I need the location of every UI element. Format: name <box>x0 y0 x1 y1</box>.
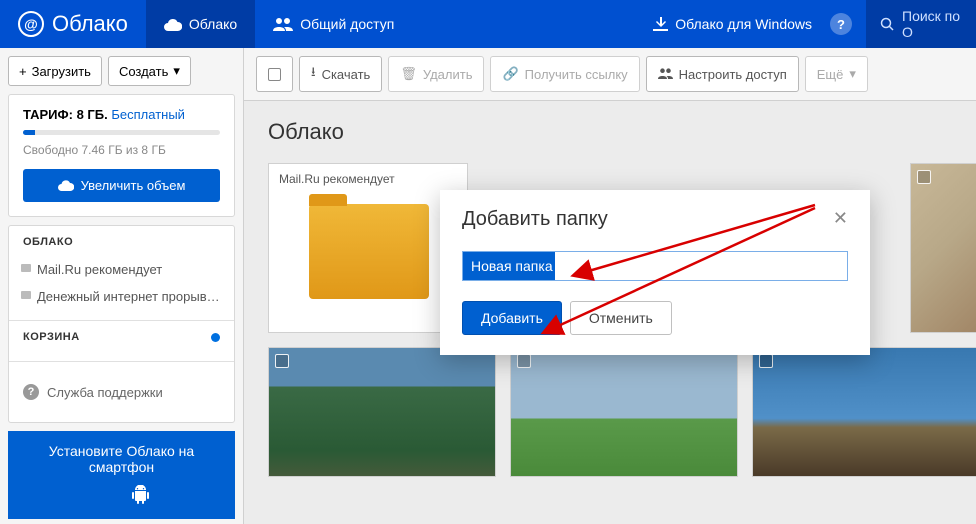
more-button[interactable]: Ещё ▾ <box>805 56 868 92</box>
chevron-down-icon: ▾ <box>849 66 856 82</box>
top-header: @ Облако Облако Общий доступ Облако для … <box>0 0 976 48</box>
plus-icon: + <box>19 64 27 79</box>
download-label: Скачать <box>322 67 371 82</box>
thumb-checkbox[interactable] <box>517 354 531 368</box>
search-box[interactable]: Поиск по О <box>866 0 976 48</box>
image-thumb-person[interactable] <box>910 163 976 333</box>
upload-label: Загрузить <box>32 64 91 79</box>
support-link[interactable]: ? Служба поддержки <box>9 372 234 412</box>
sidebar-link-recommend[interactable]: Mail.Ru рекомендует <box>9 256 234 283</box>
people-icon <box>658 67 673 82</box>
increase-storage-button[interactable]: Увеличить объем <box>23 169 220 202</box>
nav-cloud-label: Облако <box>189 16 237 32</box>
folder-name-input[interactable] <box>462 251 848 281</box>
delete-label: Удалить <box>423 67 473 82</box>
close-icon: ✕ <box>833 208 848 228</box>
sidebar: + Загрузить Создать ▾ ТАРИФ: 8 ГБ. Беспл… <box>0 48 244 524</box>
thumb-checkbox[interactable] <box>275 354 289 368</box>
cloud-icon <box>58 180 74 191</box>
folder-thumb-recommend[interactable]: Mail.Ru рекомендует <box>268 163 468 333</box>
dialog-close-button[interactable]: ✕ <box>833 208 848 229</box>
tariff-size: 8 ГБ. <box>77 107 108 122</box>
logo-text: Облако <box>52 11 128 37</box>
thumb-label: Mail.Ru рекомендует <box>279 172 395 186</box>
add-folder-dialog: Добавить папку ✕ Добавить Отменить <box>440 190 870 355</box>
upload-button[interactable]: + Загрузить <box>8 56 102 86</box>
image-thumb-3[interactable] <box>752 347 976 477</box>
smartphone-promo[interactable]: Установите Облако на смартфон <box>8 431 235 519</box>
smartphone-text: Установите Облако на смартфон <box>22 443 221 475</box>
search-placeholder: Поиск по О <box>902 8 962 40</box>
create-button[interactable]: Создать ▾ <box>108 56 191 86</box>
chevron-down-icon: ▾ <box>173 63 180 79</box>
link-icon: 🔗 <box>502 66 518 82</box>
dialog-add-button[interactable]: Добавить <box>462 301 562 335</box>
folder-icon <box>309 204 429 299</box>
get-link-button[interactable]: 🔗 Получить ссылку <box>490 56 639 92</box>
nav-windows-label: Облако для Windows <box>675 16 812 32</box>
cloud-icon <box>164 18 182 31</box>
search-icon <box>880 17 894 31</box>
select-all-checkbox[interactable] <box>256 56 293 92</box>
android-icon[interactable] <box>132 485 149 509</box>
sidebar-nav-card: ОБЛАКО Mail.Ru рекомендует Денежный инте… <box>8 225 235 423</box>
trash-indicator-icon <box>211 333 220 342</box>
question-icon: ? <box>23 384 39 400</box>
tariff-plan-link[interactable]: Бесплатный <box>111 107 185 122</box>
more-label: Ещё <box>817 67 844 82</box>
sidebar-link-money[interactable]: Денежный интернет прорыв ... <box>9 283 234 310</box>
tariff-card: ТАРИФ: 8 ГБ. Бесплатный Свободно 7.46 ГБ… <box>8 94 235 217</box>
people-icon <box>273 18 293 31</box>
storage-progress <box>23 130 220 135</box>
get-link-label: Получить ссылку <box>525 67 628 82</box>
page-title: Облако <box>268 119 976 145</box>
help-icon[interactable]: ? <box>830 13 852 35</box>
at-icon: @ <box>18 11 44 37</box>
download-icon <box>653 17 668 31</box>
dialog-title: Добавить папку <box>462 208 608 231</box>
image-thumb-1[interactable] <box>268 347 496 477</box>
increase-label: Увеличить объем <box>81 178 186 193</box>
delete-button[interactable]: 🗑 Удалить <box>388 56 484 92</box>
logo[interactable]: @ Облако <box>0 11 146 37</box>
dialog-cancel-button[interactable]: Отменить <box>570 301 672 335</box>
create-label: Создать <box>119 64 168 79</box>
cloud-section-header: ОБЛАКО <box>9 236 234 256</box>
nav-shared-label: Общий доступ <box>300 16 394 32</box>
image-thumb-2[interactable] <box>510 347 738 477</box>
nav-cloud[interactable]: Облако <box>146 0 255 48</box>
thumb-checkbox[interactable] <box>759 354 773 368</box>
configure-access-button[interactable]: Настроить доступ <box>646 56 799 92</box>
tariff-label: ТАРИФ: <box>23 107 73 122</box>
support-label: Служба поддержки <box>47 385 163 400</box>
thumb-checkbox[interactable] <box>917 170 931 184</box>
trash-icon: 🗑 <box>400 66 417 82</box>
toolbar: ⭳ Скачать 🗑 Удалить 🔗 Получить ссылку На… <box>244 48 976 101</box>
configure-access-label: Настроить доступ <box>679 67 787 82</box>
nav-windows[interactable]: Облако для Windows <box>635 0 830 48</box>
download-button[interactable]: ⭳ Скачать <box>299 56 382 92</box>
trash-section-header: КОРЗИНА <box>23 331 80 343</box>
nav-shared[interactable]: Общий доступ <box>255 0 412 48</box>
download-icon: ⭳ <box>311 63 316 85</box>
storage-text: Свободно 7.46 ГБ из 8 ГБ <box>23 143 220 157</box>
